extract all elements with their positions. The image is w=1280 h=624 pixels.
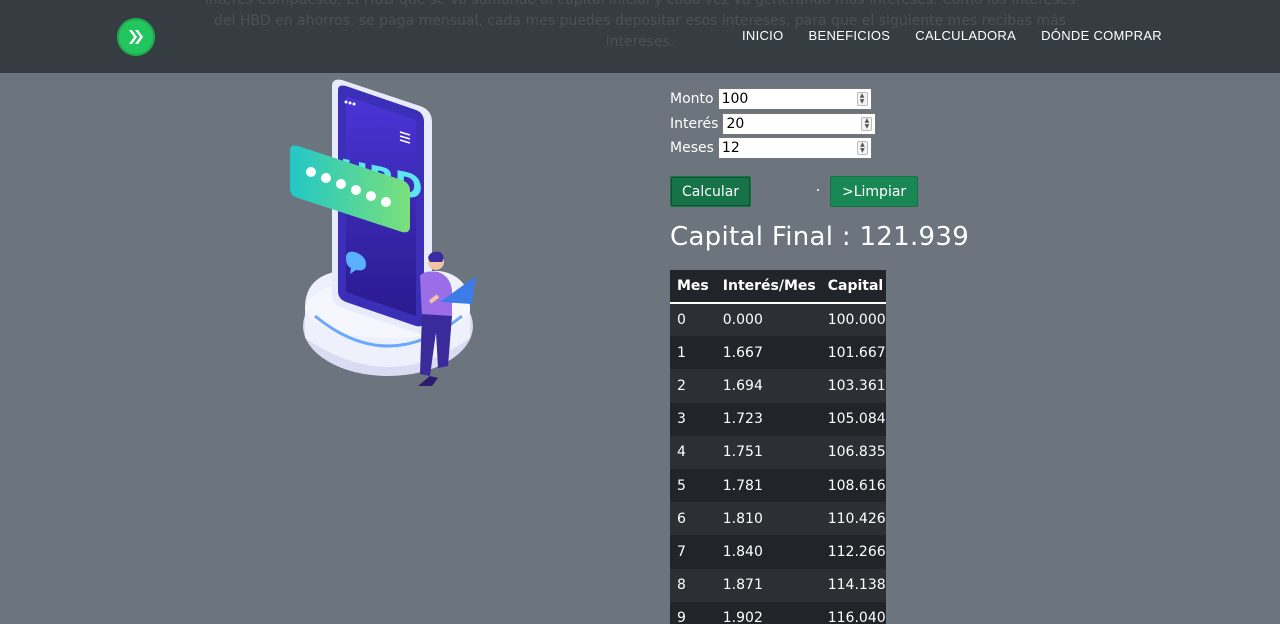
cell-interes-mes: 1.667: [722, 344, 763, 361]
table-row: 6 1.810 110.426: [670, 502, 886, 536]
cell-capital: 112.266: [827, 543, 886, 560]
monto-label: Monto: [670, 91, 714, 108]
nav-link-beneficios[interactable]: BENEFICIOS: [809, 28, 891, 43]
table-row: 8 1.871 114.138: [670, 568, 886, 602]
cell-interes-mes: 1.723: [722, 411, 763, 428]
cell-interes-mes: 1.902: [722, 610, 763, 624]
limpiar-button[interactable]: >Limpiar: [830, 176, 919, 207]
header-interes-mes: Interés/Mes: [708, 270, 816, 304]
nav-link-donde-comprar[interactable]: DÓNDE COMPRAR: [1041, 28, 1162, 43]
cell-interes-mes: 1.751: [722, 444, 763, 461]
monto-spinner[interactable]: ▲ ▼: [856, 92, 868, 107]
table-row: 4 1.751 106.835: [670, 435, 886, 469]
phone-illustration-icon: HBD: [290, 79, 476, 386]
cell-interes-mes: 1.840: [722, 543, 763, 560]
cell-interes-mes: 0.000: [722, 312, 763, 329]
cell-mes: 0: [677, 312, 686, 329]
cell-mes: 2: [677, 377, 686, 394]
cell-capital: 116.040: [827, 610, 886, 624]
nav-link-inicio[interactable]: INICIO: [742, 28, 784, 43]
monto-input[interactable]: 100 ▲ ▼: [717, 88, 872, 111]
meses-spinner[interactable]: ▲ ▼: [856, 141, 868, 156]
interes-label: Interés: [670, 115, 719, 132]
logo-arrows-icon: [129, 30, 143, 44]
table-row: 0 0.000 100.000: [670, 303, 886, 337]
cell-capital: 114.138: [827, 577, 886, 594]
monto-value: 100: [721, 91, 749, 108]
cell-mes: 9: [677, 610, 686, 624]
interes-spinner[interactable]: ▲ ▼: [861, 116, 873, 131]
cell-mes: 4: [677, 444, 686, 461]
meses-row: Meses 12 ▲ ▼: [670, 136, 876, 161]
results-table: Mes Interés/Mes Capital 0 0.000 100.000 1 1.…: [670, 270, 886, 624]
cell-mes: 1: [677, 344, 686, 361]
table-row: 9 1.902 116.040: [670, 601, 886, 624]
meses-value: 12: [721, 140, 740, 157]
meses-label: Meses: [670, 140, 714, 157]
action-buttons: Calcular >Limpiar: [670, 176, 930, 208]
cell-capital: 110.426: [827, 510, 886, 527]
cell-capital: 100.000: [827, 312, 886, 329]
cell-interes-mes: 1.871: [722, 577, 763, 594]
interes-row: Interés 20 ▲ ▼: [670, 112, 877, 137]
cell-capital: 105.084: [827, 411, 886, 428]
table-row: 3 1.723 105.084: [670, 402, 886, 436]
cell-mes: 6: [677, 510, 686, 527]
nav-links: INICIO BENEFICIOS CALCULADORA DÓNDE COMP…: [742, 28, 1162, 43]
table-row: 5 1.781 108.616: [670, 468, 886, 503]
meses-input[interactable]: 12 ▲ ▼: [717, 137, 872, 160]
calculator-form: Monto 100 ▲ ▼ Interés 20 ▲ ▼ Meses 12 ▲ ▼: [670, 87, 877, 161]
cell-interes-mes: 1.810: [722, 510, 763, 527]
cell-mes: 7: [677, 543, 686, 560]
interes-value: 20: [726, 115, 745, 132]
table-row: 1 1.667 101.667: [670, 336, 886, 370]
hbd-phone-illustration: HBD: [280, 76, 490, 396]
cell-capital: 101.667: [827, 344, 886, 361]
hive-logo-icon[interactable]: [117, 18, 155, 56]
header-mes: Mes: [670, 270, 709, 304]
capital-final-result: Capital Final : 121.939: [670, 222, 970, 252]
navbar: Interés Compuesto: El HBD que se va suma…: [0, 0, 1280, 73]
cell-mes: 5: [677, 477, 686, 494]
table-row: 7 1.840 112.266: [670, 535, 886, 569]
monto-row: Monto 100 ▲ ▼: [670, 87, 876, 112]
cell-capital: 103.361: [827, 377, 886, 394]
cell-interes-mes: 1.694: [722, 377, 763, 394]
cell-interes-mes: 1.781: [722, 477, 763, 494]
table-header-row: Mes Interés/Mes Capital: [670, 270, 886, 304]
cell-mes: 8: [677, 577, 686, 594]
table-row: 2 1.694 103.361: [670, 369, 886, 403]
separator-dot: [817, 189, 819, 191]
cell-mes: 3: [677, 411, 686, 428]
calcular-button[interactable]: Calcular: [670, 176, 752, 207]
interes-input[interactable]: 20 ▲ ▼: [722, 112, 877, 135]
header-ghost-text: Interés Compuesto: El HBD que se va suma…: [204, 0, 1076, 50]
header-capital: Capital: [815, 270, 886, 304]
cell-capital: 108.616: [827, 477, 886, 494]
nav-link-calculadora[interactable]: CALCULADORA: [915, 28, 1016, 43]
cell-capital: 106.835: [827, 444, 886, 461]
